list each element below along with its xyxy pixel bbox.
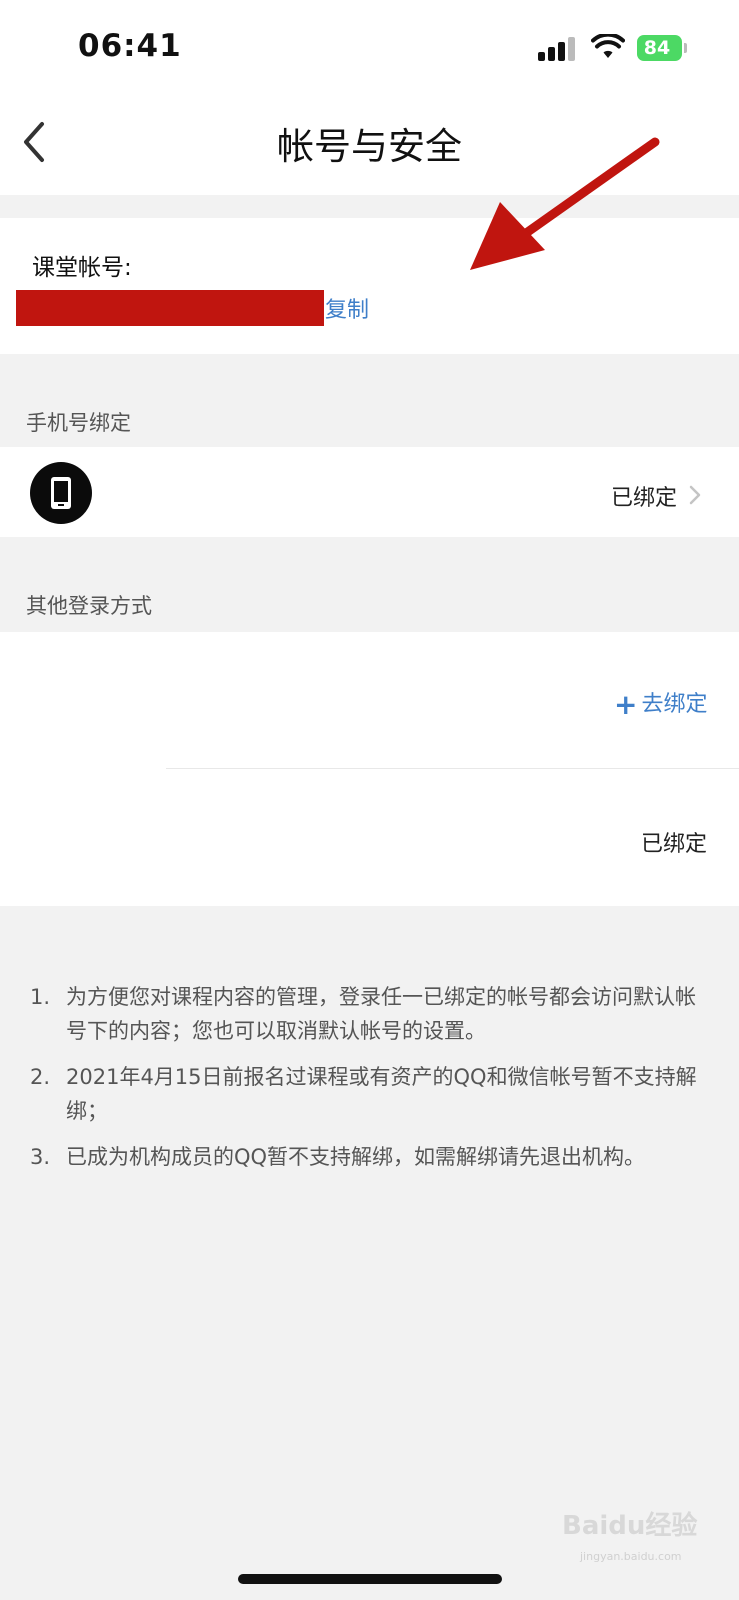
chevron-right-icon [689,485,701,505]
battery-level: 84 [643,37,671,59]
watermark-url: jingyan.baidu.com [580,1550,682,1563]
home-indicator[interactable] [238,1574,502,1584]
cellular-signal-icon [538,35,578,61]
login-method-bound-status: 已绑定 [641,832,708,857]
other-login-card [0,632,739,906]
note-item: 1. 为方便您对课程内容的管理，登录任一已绑定的帐号都会访问默认帐号下的内容；您… [30,985,696,1043]
status-time: 06:41 [78,28,182,64]
redacted-account-id [16,290,324,326]
go-bind-button[interactable]: + 去绑定 [614,686,707,721]
wifi-icon [591,34,625,58]
note-item: 3. 已成为机构成员的QQ暂不支持解绑，如需解绑请先退出机构。 [30,1145,646,1169]
other-login-section-header: 其他登录方式 [26,594,152,618]
phone-section-header: 手机号绑定 [26,411,131,435]
watermark-logo: Baidu经验 [562,1511,698,1541]
copy-button[interactable]: 复制 [325,292,369,324]
note-item: 2. 2021年4月15日前报名过课程或有资产的QQ和微信帐号暂不支持解绑； [30,1065,697,1123]
divider [166,768,739,769]
battery-icon: 84 [637,35,687,61]
plus-icon: + [614,688,638,721]
phone-bound-status: 已绑定 [611,486,678,511]
go-bind-label: 去绑定 [641,692,708,717]
account-label: 课堂帐号: [32,255,132,281]
phone-icon [30,462,92,524]
annotation-arrow [470,137,660,270]
notes-list: 1. 为方便您对课程内容的管理，登录任一已绑定的帐号都会访问默认帐号下的内容；您… [30,980,710,1186]
